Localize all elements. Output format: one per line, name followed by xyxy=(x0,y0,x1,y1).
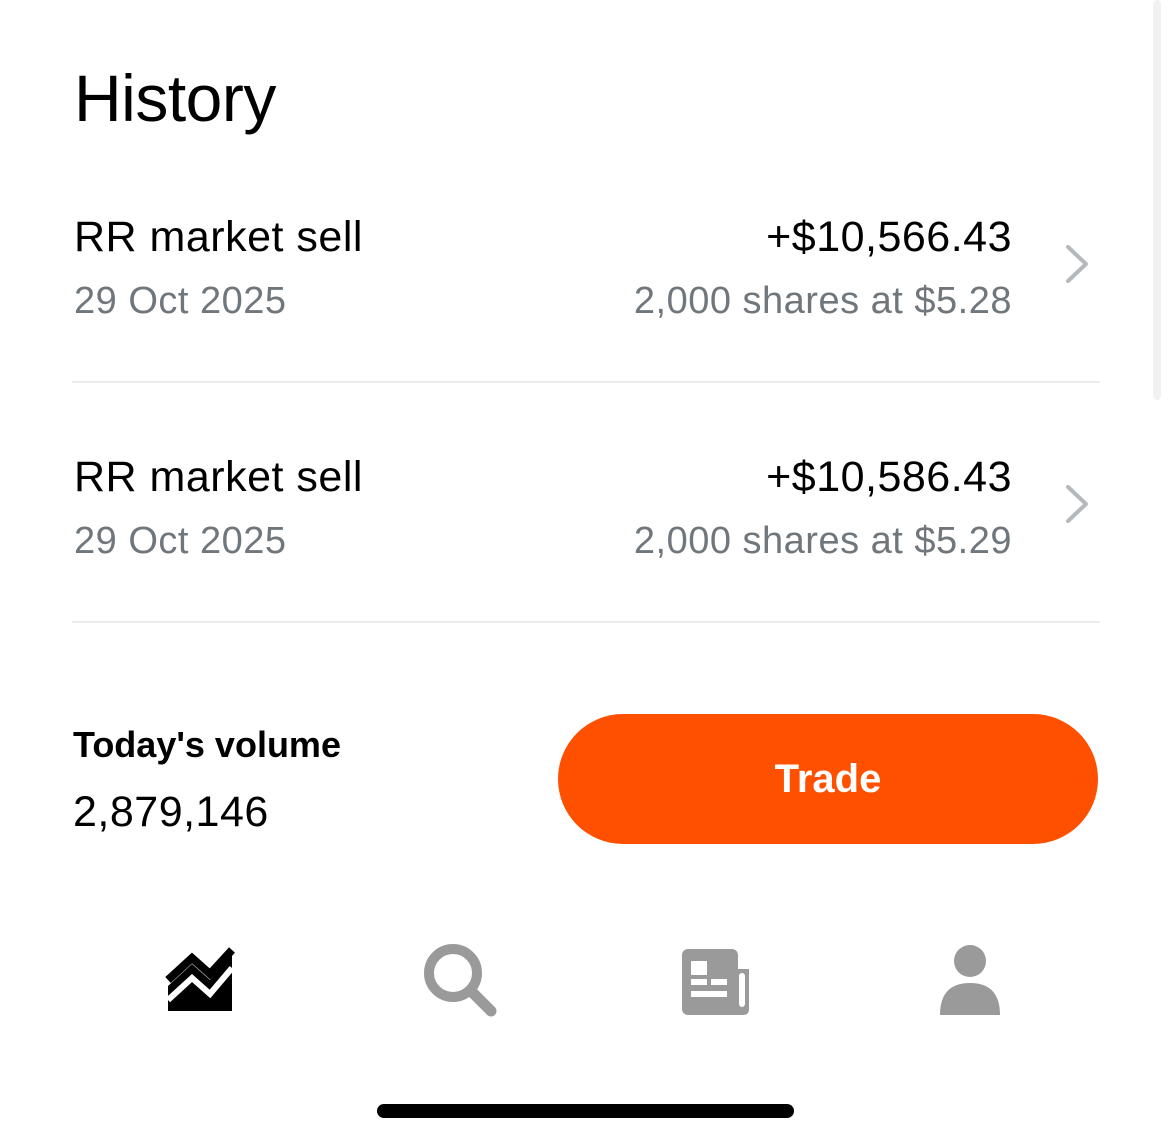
tab-search[interactable] xyxy=(414,934,504,1024)
transaction-title: RR market sell xyxy=(74,453,363,501)
trade-button[interactable]: Trade xyxy=(558,714,1098,844)
transaction-title: RR market sell xyxy=(74,213,363,261)
chevron-right-icon xyxy=(1066,245,1088,283)
home-indicator[interactable] xyxy=(377,1104,794,1118)
transaction-amount: +$10,586.43 xyxy=(766,453,1012,501)
search-icon xyxy=(424,944,497,1017)
chart-icon xyxy=(165,947,235,1011)
page-title: History xyxy=(74,61,276,135)
profile-icon xyxy=(940,945,1000,1015)
transaction-detail: 2,000 shares at $5.29 xyxy=(633,520,1012,562)
transaction-row[interactable]: RR market sell 29 Oct 2025 +$10,566.43 2… xyxy=(0,142,1170,382)
tab-news[interactable] xyxy=(668,934,758,1024)
transaction-row[interactable]: RR market sell 29 Oct 2025 +$10,586.43 2… xyxy=(0,382,1170,622)
chevron-right-icon xyxy=(1066,485,1088,523)
tab-profile[interactable] xyxy=(925,934,1015,1024)
volume-value: 2,879,146 xyxy=(73,788,269,836)
transaction-amount: +$10,566.43 xyxy=(766,213,1012,261)
transaction-detail: 2,000 shares at $5.28 xyxy=(633,280,1012,322)
divider xyxy=(72,621,1100,623)
transaction-date: 29 Oct 2025 xyxy=(74,520,287,562)
volume-label: Today's volume xyxy=(73,724,341,765)
news-icon xyxy=(682,949,749,1015)
tab-investing[interactable] xyxy=(155,934,245,1024)
transaction-date: 29 Oct 2025 xyxy=(74,280,287,322)
